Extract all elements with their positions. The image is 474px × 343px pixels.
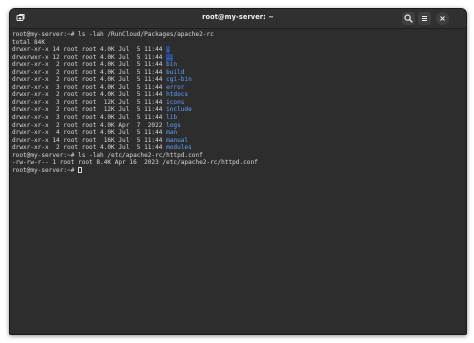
terminal-line: drwxr-xr-x 3 root root 4.0K Jul 5 11:44 …	[12, 84, 466, 92]
line-text: root@my-server:~# ls -lah /etc/apache2-r…	[12, 151, 203, 159]
line-text: drwxr-xr-x 3 root root 12K Jul 5 11:44	[12, 98, 167, 106]
line-text: drwxr-xr-x 2 root root 12K Jul 5 11:44	[12, 106, 167, 114]
terminal-cursor	[78, 166, 83, 173]
terminal-line: root@my-server:~# ls -lah /RunCloud/Pack…	[12, 31, 466, 39]
terminal-line: drwxr-xr-x 2 root root 4.0K Jul 5 11:44 …	[12, 76, 466, 84]
terminal-line: root@my-server:~# ls -lah /etc/apache2-r…	[12, 152, 466, 160]
line-text: total 84K	[12, 38, 46, 46]
terminal-line: drwxr-xr-x 2 root root 4.0K Jul 5 11:44 …	[12, 61, 466, 69]
search-icon	[404, 14, 413, 23]
terminal-line: drwxr-xr-x 3 root root 4.0K Jul 5 11:44 …	[12, 114, 466, 122]
terminal-line: drwxr-xr-x 2 root root 4.0K Jul 5 11:44 …	[12, 69, 466, 77]
terminal-line: drwxr-xr-x 2 root root 4.0K Jul 5 11:44 …	[12, 91, 466, 99]
terminal-line: drwxrwxr-x 12 root root 4.0K Jul 5 11:44…	[12, 53, 466, 62]
directory-name: include	[166, 106, 192, 114]
terminal-line: drwxr-xr-x 2 root root 12K Jul 5 11:44 i…	[12, 106, 466, 114]
directory-name: htdocs	[166, 91, 189, 99]
line-text: -rw-rw-r-- 1 root root 8.4K Apr 16 2023 …	[12, 159, 258, 167]
directory-name: modules	[166, 144, 192, 152]
line-text: drwxr-xr-x 3 root root 4.0K Jul 5 11:44	[12, 83, 167, 91]
directory-name: logs	[166, 121, 181, 129]
line-text: drwxr-xr-x 2 root root 4.0K Jul 5 11:44	[12, 68, 167, 76]
line-text: drwxr-xr-x 2 root root 4.0K Jul 5 11:44	[12, 91, 167, 99]
directory-name: lib	[166, 114, 178, 122]
line-text: drwxr-xr-x 3 root root 4.0K Jul 5 11:44	[12, 114, 167, 122]
terminal-line: root@my-server:~#	[12, 166, 466, 175]
close-button[interactable]	[436, 12, 449, 25]
terminal-line: drwxr-xr-x 14 root root 16K Jul 5 11:44 …	[12, 137, 466, 145]
line-text: drwxr-xr-x 14 root root 16K Jul 5 11:44	[12, 136, 167, 144]
close-icon	[440, 16, 445, 21]
window-title: root@my-server: ~	[202, 13, 274, 21]
terminal-line: -rw-rw-r-- 1 root root 8.4K Apr 16 2023 …	[12, 159, 466, 167]
line-text: drwxr-xr-x 2 root root 4.0K Jul 5 11:44	[12, 76, 167, 84]
terminal-line: drwxr-xr-x 2 root root 4.0K Apr 7 2022 l…	[12, 122, 466, 130]
directory-name: error	[166, 83, 185, 91]
line-text: root@my-server:~# ls -lah /RunCloud/Pack…	[12, 31, 214, 38]
directory-name: .	[166, 46, 170, 54]
hamburger-menu-icon	[422, 16, 427, 21]
directory-name: ..	[166, 53, 174, 61]
directory-name: man	[166, 129, 178, 137]
terminal-line: drwxr-xr-x 2 root root 4.0K Jul 5 11:44 …	[12, 144, 466, 152]
title-bar: root@my-server: ~	[10, 9, 466, 29]
line-text: root@my-server:~#	[12, 166, 79, 174]
terminal-line: drwxr-xr-x 14 root root 4.0K Jul 5 11:44…	[12, 46, 466, 54]
terminal-line: total 84K	[12, 39, 466, 47]
menu-button[interactable]	[418, 12, 431, 25]
terminal-line: drwxr-xr-x 3 root root 12K Jul 5 11:44 i…	[12, 99, 466, 107]
terminal-line: drwxr-xr-x 4 root root 4.0K Jul 5 11:44 …	[12, 129, 466, 137]
line-text: drwxr-xr-x 2 root root 4.0K Apr 7 2022	[12, 121, 167, 129]
terminal-window: root@my-server: ~ root@my-server:~# ls -…	[9, 8, 467, 335]
directory-name: bin	[166, 61, 178, 69]
line-text: drwxrwxr-x 12 root root 4.0K Jul 5 11:44	[12, 53, 167, 61]
search-button[interactable]	[402, 12, 415, 25]
directory-name: cgi-bin	[166, 76, 192, 84]
directory-name: build	[166, 68, 185, 76]
line-text: drwxr-xr-x 2 root root 4.0K Jul 5 11:44	[12, 144, 167, 152]
terminal-output[interactable]: root@my-server:~# ls -lah /RunCloud/Pack…	[10, 29, 466, 334]
directory-name: icons	[166, 98, 185, 106]
line-text: drwxr-xr-x 2 root root 4.0K Jul 5 11:44	[12, 61, 167, 69]
line-text: drwxr-xr-x 14 root root 4.0K Jul 5 11:44	[12, 46, 167, 54]
line-text: drwxr-xr-x 4 root root 4.0K Jul 5 11:44	[12, 129, 167, 137]
directory-name: manual	[166, 136, 189, 144]
